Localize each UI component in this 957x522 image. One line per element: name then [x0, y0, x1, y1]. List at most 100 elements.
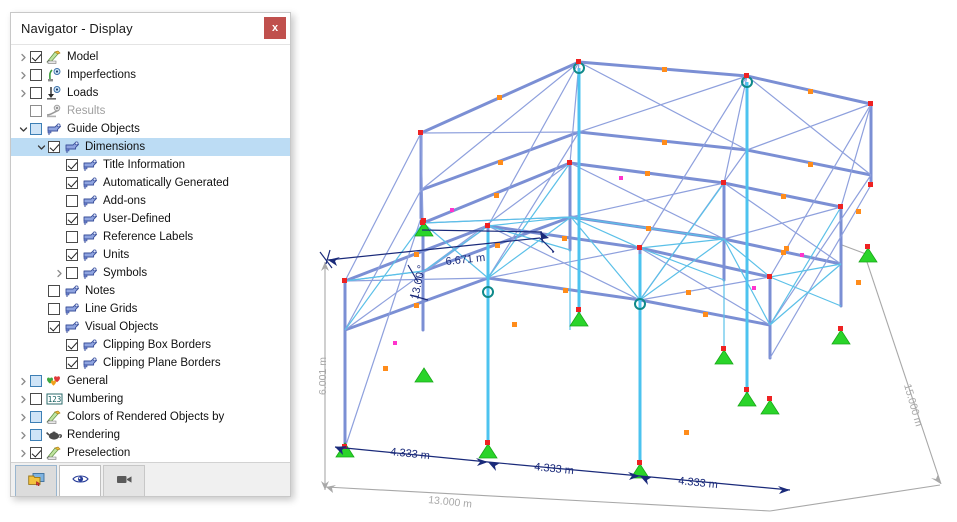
tree-item-line-grids[interactable]: Line Grids: [11, 300, 290, 318]
checkbox[interactable]: [66, 213, 78, 225]
structure-wireframe: 6.671 m 13.00 ° 6.001 m 4.333 m 4.333 m 4.333…: [317, 59, 942, 512]
tree-item-units[interactable]: Units: [11, 246, 290, 264]
chevron-down-icon[interactable]: [35, 143, 48, 152]
checkbox[interactable]: [30, 447, 42, 459]
frame-members: [343, 60, 873, 450]
chevron-down-icon[interactable]: [17, 125, 30, 134]
dimension-label-total-length: 13.000 m: [428, 494, 473, 511]
tree-item-visual-objects[interactable]: Visual Objects: [11, 318, 290, 336]
tree-item-imperfections[interactable]: Imperfections: [11, 66, 290, 84]
checkbox[interactable]: [66, 267, 78, 279]
tree-item-general[interactable]: General: [11, 372, 290, 390]
tree-item-label: Model: [67, 51, 99, 63]
checkbox[interactable]: [48, 141, 60, 153]
checkbox[interactable]: [30, 69, 42, 81]
dimension-label-bay-3: 4.333 m: [678, 475, 719, 491]
dimension-label-height-left: 6.001 m: [317, 357, 329, 395]
tree-item-colors-of-rendered-objects-by[interactable]: Colors of Rendered Objects by: [11, 408, 290, 426]
results-icon: [46, 104, 63, 118]
load-arrow-icon: [46, 86, 63, 100]
tree-item-automatically-generated[interactable]: Automatically Generated: [11, 174, 290, 192]
guide-tag-icon: [82, 266, 99, 280]
navigator-tab-strip: [11, 462, 290, 496]
checkbox[interactable]: [66, 231, 78, 243]
tree-item-results[interactable]: Results: [11, 102, 290, 120]
close-icon[interactable]: x: [264, 17, 286, 39]
chevron-right-icon[interactable]: [17, 53, 30, 62]
imperfection-icon: [46, 68, 63, 82]
display-navigator-tab[interactable]: [15, 465, 57, 496]
checkbox[interactable]: [30, 393, 42, 405]
panel-title: Navigator - Display: [21, 21, 133, 36]
chevron-right-icon[interactable]: [17, 431, 30, 440]
chevron-right-icon[interactable]: [17, 377, 30, 386]
tree-item-loads[interactable]: Loads: [11, 84, 290, 102]
checkbox[interactable]: [30, 105, 42, 117]
ruler-pencil-icon: [46, 50, 63, 64]
guide-tag-icon: [82, 248, 99, 262]
tree-item-preselection[interactable]: Preselection: [11, 444, 290, 462]
guide-tag-icon: [82, 356, 99, 370]
tree-item-notes[interactable]: Notes: [11, 282, 290, 300]
checkbox[interactable]: [30, 429, 42, 441]
tree-item-clipping-plane-borders[interactable]: Clipping Plane Borders: [11, 354, 290, 372]
tree-item-label: General: [67, 375, 108, 387]
tree-item-title-information[interactable]: Title Information: [11, 156, 290, 174]
numbering-123-icon: 123: [46, 392, 63, 406]
dimension-label-span-top: 6.671 m: [445, 252, 486, 268]
chevron-right-icon[interactable]: [17, 413, 30, 422]
video-camera-icon: [116, 472, 133, 491]
chevron-right-icon[interactable]: [17, 395, 30, 404]
checkbox[interactable]: [30, 87, 42, 99]
checkbox[interactable]: [48, 303, 60, 315]
tree-item-add-ons[interactable]: Add-ons: [11, 192, 290, 210]
tree-item-label: Title Information: [103, 159, 186, 171]
tree-item-numbering[interactable]: 123 Numbering: [11, 390, 290, 408]
tree-item-rendering[interactable]: Rendering: [11, 426, 290, 444]
checkbox[interactable]: [66, 357, 78, 369]
guide-tag-icon: [64, 320, 81, 334]
tree-item-dimensions[interactable]: Dimensions: [11, 138, 290, 156]
checkbox[interactable]: [30, 375, 42, 387]
guide-tag-icon: [82, 176, 99, 190]
guide-tag-icon: [82, 338, 99, 352]
checkbox[interactable]: [30, 123, 42, 135]
checkbox[interactable]: [48, 285, 60, 297]
tree-item-model[interactable]: Model: [11, 48, 290, 66]
chevron-right-icon[interactable]: [53, 269, 66, 278]
checkbox[interactable]: [30, 411, 42, 423]
views-tab[interactable]: [59, 465, 101, 496]
checkbox[interactable]: [66, 177, 78, 189]
camera-tab[interactable]: [103, 465, 145, 496]
guide-tag-icon: [82, 230, 99, 244]
tree-item-label: Reference Labels: [103, 231, 194, 243]
dimension-label-bay-2: 4.333 m: [534, 461, 575, 477]
checkbox[interactable]: [66, 249, 78, 261]
ruler-pencil-icon: [46, 446, 63, 460]
tree-item-reference-labels[interactable]: Reference Labels: [11, 228, 290, 246]
chevron-right-icon[interactable]: [17, 71, 30, 80]
chevron-right-icon[interactable]: [17, 89, 30, 98]
tree-item-label: Automatically Generated: [103, 177, 229, 189]
tree-item-user-defined[interactable]: User-Defined: [11, 210, 290, 228]
tree-item-symbols[interactable]: Symbols: [11, 264, 290, 282]
checkbox[interactable]: [66, 159, 78, 171]
tree-item-guide-objects[interactable]: Guide Objects: [11, 120, 290, 138]
checkbox[interactable]: [30, 51, 42, 63]
tree-item-clipping-box-borders[interactable]: Clipping Box Borders: [11, 336, 290, 354]
model-viewport[interactable]: 6.671 m 13.00 ° 6.001 m 4.333 m 4.333 m 4.333…: [300, 0, 957, 522]
checkbox[interactable]: [66, 195, 78, 207]
checkbox[interactable]: [66, 339, 78, 351]
dimension-label-bay-1: 4.333 m: [390, 446, 431, 462]
navigator-titlebar: Navigator - Display x: [11, 13, 290, 44]
tree-item-label: Rendering: [67, 429, 121, 441]
tree-item-label: Loads: [67, 87, 99, 99]
tree-item-label: Imperfections: [67, 69, 137, 81]
tree-item-label: Dimensions: [85, 141, 146, 153]
tree-item-label: Results: [67, 105, 106, 117]
checkbox[interactable]: [48, 321, 60, 333]
teapot-icon: [46, 428, 63, 442]
guide-tag-icon: [82, 158, 99, 172]
chevron-right-icon[interactable]: [17, 449, 30, 458]
display-tree[interactable]: Model Imperfections Loads Results Guide Obje…: [11, 44, 290, 462]
